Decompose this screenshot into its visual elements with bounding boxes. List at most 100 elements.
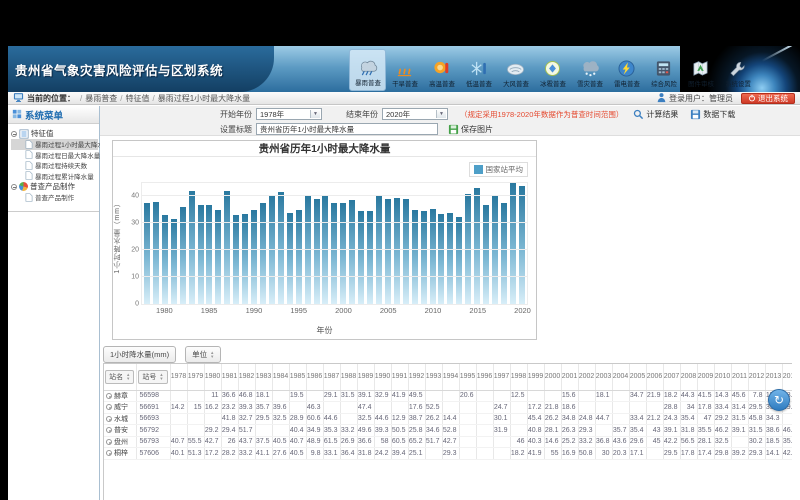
column-header-2013[interactable]: 2013 xyxy=(765,364,782,390)
refresh-float-button[interactable]: ↻ xyxy=(768,389,790,411)
value-cell-2000: 21.8 xyxy=(544,402,561,414)
calculate-button[interactable]: 计算结果 xyxy=(633,109,678,120)
column-header-2011[interactable]: 2011 xyxy=(731,364,748,390)
legend-swatch xyxy=(474,165,483,174)
column-header-2000[interactable]: 2000 xyxy=(544,364,561,390)
end-year-label: 结束年份 xyxy=(346,109,378,120)
value-cell-2007: 29.5 xyxy=(663,448,680,460)
column-header-1994[interactable]: 1994 xyxy=(442,364,459,390)
nav-item-composite-risk[interactable]: 综合风险 xyxy=(645,49,682,91)
breadcrumb-item[interactable]: 暴雨过程1小时最大降水量 xyxy=(158,94,250,103)
start-year-select[interactable]: 1978年▼ xyxy=(256,108,322,120)
value-cell-1988 xyxy=(340,402,357,414)
column-header-2005[interactable]: 2005 xyxy=(629,364,646,390)
breadcrumb-item[interactable]: 特征值 xyxy=(125,94,149,103)
nav-item-snow[interactable]: 雪灾普查 xyxy=(571,49,608,91)
column-header-2010[interactable]: 2010 xyxy=(714,364,731,390)
value-cell-2005 xyxy=(629,402,646,414)
sidebar-item[interactable]: 普查产品制作 xyxy=(11,192,98,203)
nav-item-drought[interactable]: 干旱普查 xyxy=(386,49,423,91)
column-header-2008[interactable]: 2008 xyxy=(680,364,697,390)
column-header-station-id[interactable]: 站号 ▲▼ xyxy=(136,364,170,390)
column-header-1986[interactable]: 1986 xyxy=(306,364,323,390)
value-cell-2005: 35.4 xyxy=(629,425,646,437)
column-header-1989[interactable]: 1989 xyxy=(357,364,374,390)
bar-1978 xyxy=(144,203,150,304)
column-header-1979[interactable]: 1979 xyxy=(187,364,204,390)
value-cell-1999: 45.4 xyxy=(527,413,544,425)
expand-row-icon[interactable] xyxy=(106,404,112,410)
bar-1997 xyxy=(314,199,320,304)
column-header-1998[interactable]: 1998 xyxy=(510,364,527,390)
value-cell-1994: 29.3 xyxy=(442,448,459,460)
tree-group-1[interactable]: 普查产品制作 xyxy=(11,181,98,192)
nav-item-map-review[interactable]: 图件审核 xyxy=(682,49,719,91)
column-header-1992[interactable]: 1992 xyxy=(408,364,425,390)
column-header-1983[interactable]: 1983 xyxy=(255,364,272,390)
column-header-1996[interactable]: 1996 xyxy=(476,364,493,390)
save-image-button[interactable]: 保存图片 xyxy=(448,124,493,135)
column-header-1988[interactable]: 1988 xyxy=(340,364,357,390)
sidebar-item[interactable]: 暴雨过程累计降水量 xyxy=(11,171,98,182)
end-year-select[interactable]: 2020年▼ xyxy=(382,108,448,120)
column-header-2002[interactable]: 2002 xyxy=(578,364,595,390)
legend-label: 国家站平均 xyxy=(486,164,524,175)
column-header-2009[interactable]: 2009 xyxy=(697,364,714,390)
column-header-1997[interactable]: 1997 xyxy=(493,364,510,390)
sidebar-item[interactable]: 暴雨过程持续天数 xyxy=(11,160,98,171)
value-cell-1986: 60.6 xyxy=(306,413,323,425)
measure-chip[interactable]: 1小时降水量(mm) xyxy=(103,346,176,363)
column-header-1990[interactable]: 1990 xyxy=(374,364,391,390)
download-button[interactable]: 数据下载 xyxy=(690,109,735,120)
column-header-2014[interactable]: 2014 xyxy=(782,364,792,390)
column-header-1987[interactable]: 1987 xyxy=(323,364,340,390)
column-header-2012[interactable]: 2012 xyxy=(748,364,765,390)
unit-chip[interactable]: 单位 ▲▼ xyxy=(185,346,221,363)
logout-button[interactable]: 退出系统 xyxy=(741,93,795,104)
column-header-1982[interactable]: 1982 xyxy=(238,364,255,390)
nav-item-wind[interactable]: 大风普查 xyxy=(497,49,534,91)
value-cell-1998 xyxy=(510,402,527,414)
nav-item-coldwave[interactable]: 低温普查 xyxy=(460,49,497,91)
column-header-2004[interactable]: 2004 xyxy=(612,364,629,390)
nav-item-heat[interactable]: 高温普查 xyxy=(423,49,460,91)
column-header-1981[interactable]: 1981 xyxy=(221,364,238,390)
collapse-toggle-icon[interactable] xyxy=(11,184,17,190)
value-cell-2000: 55 xyxy=(544,448,561,460)
sidebar-item[interactable]: 暴雨过程1小时最大降水量 xyxy=(11,139,98,150)
nav-item-settings[interactable]: 系统设置 xyxy=(719,49,756,91)
column-header-station-name[interactable]: 站名 ▲▼ xyxy=(104,364,136,390)
column-header-2003[interactable]: 2003 xyxy=(595,364,612,390)
value-cell-2009: 47 xyxy=(697,413,714,425)
column-header-2001[interactable]: 2001 xyxy=(561,364,578,390)
column-header-1999[interactable]: 1999 xyxy=(527,364,544,390)
nav-item-lightning[interactable]: 雷电普查 xyxy=(608,49,645,91)
sort-arrows-icon: ▲▼ xyxy=(159,373,163,380)
chart-legend[interactable]: 国家站平均 xyxy=(469,162,529,177)
column-header-1995[interactable]: 1995 xyxy=(459,364,476,390)
expand-row-icon[interactable] xyxy=(106,450,112,456)
rainstorm-icon xyxy=(357,58,378,77)
breadcrumb-item[interactable]: 暴雨普查 xyxy=(85,94,117,103)
value-cell-2001: 16.9 xyxy=(561,448,578,460)
column-header-1978[interactable]: 1978 xyxy=(170,364,187,390)
nav-item-rainstorm[interactable]: 暴雨普查 xyxy=(349,49,386,91)
tree-group-0[interactable]: 特征值 xyxy=(11,128,98,139)
column-header-1985[interactable]: 1985 xyxy=(289,364,306,390)
column-header-1993[interactable]: 1993 xyxy=(425,364,442,390)
sidebar-item[interactable]: 暴雨过程日最大降水量 xyxy=(11,150,98,161)
expand-row-icon[interactable] xyxy=(106,427,112,433)
expand-row-icon[interactable] xyxy=(106,393,112,399)
column-header-2006[interactable]: 2006 xyxy=(646,364,663,390)
data-grid[interactable]: 站名 ▲▼ 站号 ▲▼ 1978197919801981198219831984… xyxy=(103,363,792,500)
expand-row-icon[interactable] xyxy=(106,439,112,445)
collapse-toggle-icon[interactable] xyxy=(11,131,17,137)
value-cell-2005: 29.6 xyxy=(629,436,646,448)
nav-item-hail[interactable]: 冰雹普查 xyxy=(534,49,571,91)
chart-title-input[interactable] xyxy=(256,123,438,135)
column-header-1984[interactable]: 1984 xyxy=(272,364,289,390)
column-header-1991[interactable]: 1991 xyxy=(391,364,408,390)
column-header-2007[interactable]: 2007 xyxy=(663,364,680,390)
column-header-1980[interactable]: 1980 xyxy=(204,364,221,390)
expand-row-icon[interactable] xyxy=(106,416,112,422)
